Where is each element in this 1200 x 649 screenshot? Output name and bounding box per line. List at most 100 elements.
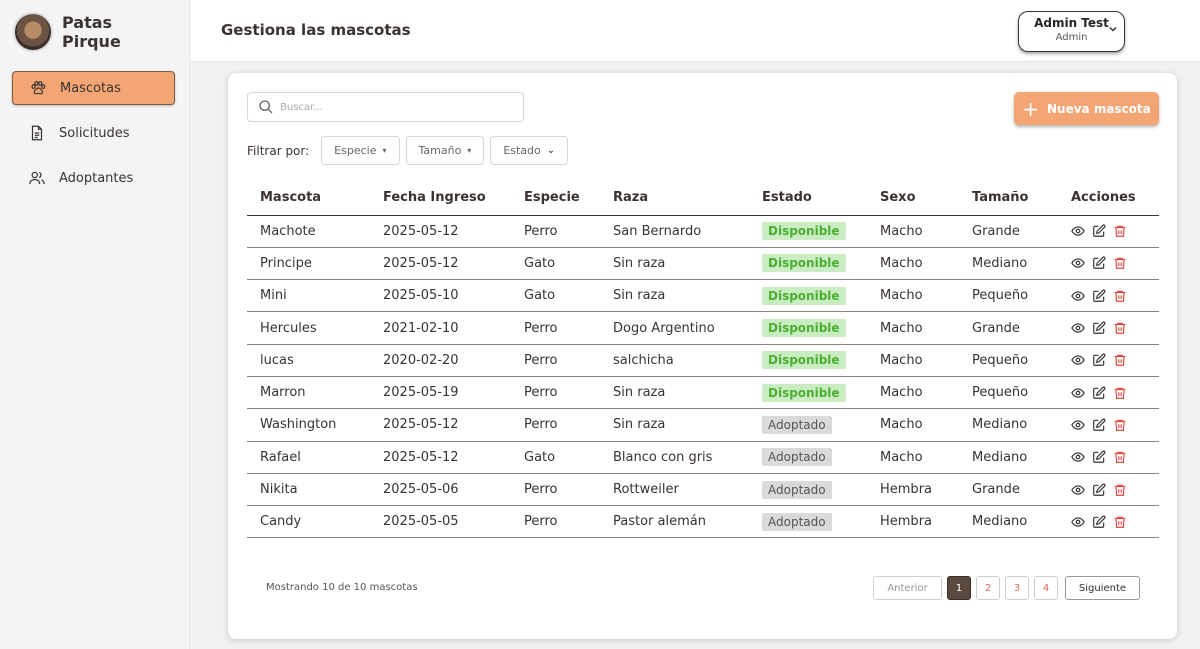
filter-estado-dropdown[interactable]: Estado ⌄ <box>490 136 569 165</box>
delete-icon[interactable] <box>1113 353 1127 367</box>
edit-icon[interactable] <box>1092 224 1106 238</box>
cell-mascota: Candy <box>247 505 370 539</box>
edit-icon[interactable] <box>1092 483 1106 497</box>
row-actions <box>1071 450 1159 464</box>
column-header-tamano[interactable]: Tamaño <box>959 180 1058 216</box>
edit-icon[interactable] <box>1092 418 1106 432</box>
brand[interactable]: Patas Pirque <box>13 12 132 52</box>
sidebar-item-solicitudes[interactable]: Solicitudes <box>12 116 175 150</box>
view-icon[interactable] <box>1071 386 1085 400</box>
delete-icon[interactable] <box>1113 224 1127 238</box>
sidebar-item-adoptantes[interactable]: Adoptantes <box>12 161 175 195</box>
view-icon[interactable] <box>1071 256 1085 270</box>
cell-mascota: lucas <box>247 344 370 377</box>
filter-estado-label: Estado <box>503 144 541 157</box>
column-header-especie[interactable]: Especie <box>511 180 600 216</box>
edit-icon[interactable] <box>1092 450 1106 464</box>
cell-mascota: Marron <box>247 376 370 410</box>
page-button-3[interactable]: 3 <box>1005 576 1029 600</box>
row-actions <box>1071 418 1159 432</box>
delete-icon[interactable] <box>1113 386 1127 400</box>
cell-mascota: Nikita <box>247 473 370 507</box>
page-button-1[interactable]: 1 <box>947 576 971 600</box>
edit-icon[interactable] <box>1092 386 1106 400</box>
user-menu-button[interactable]: Admin Test Admin <box>1018 11 1125 52</box>
column-header-raza[interactable]: Raza <box>600 180 749 216</box>
column-header-estado[interactable]: Estado <box>749 180 867 216</box>
delete-icon[interactable] <box>1113 515 1127 529</box>
edit-icon[interactable] <box>1092 321 1106 335</box>
cell-sexo: Hembra <box>867 505 959 539</box>
view-icon[interactable] <box>1071 321 1085 335</box>
edit-icon[interactable] <box>1092 289 1106 303</box>
view-icon[interactable] <box>1071 418 1085 432</box>
view-icon[interactable] <box>1071 353 1085 367</box>
filter-especie-label: Especie <box>334 144 377 157</box>
table-row: Rafael 2025-05-12 Gato Blanco con gris Adopt… <box>247 441 1159 474</box>
cell-raza: Sin raza <box>600 408 749 442</box>
delete-icon[interactable] <box>1113 321 1127 335</box>
column-header-fecha[interactable]: Fecha Ingreso <box>370 180 511 216</box>
cell-acciones <box>1058 376 1159 410</box>
delete-icon[interactable] <box>1113 450 1127 464</box>
table-row: Mini 2025-05-10 Gato Sin raza Disponible Mach… <box>247 279 1159 313</box>
search-input[interactable] <box>280 101 510 113</box>
cell-especie: Gato <box>511 441 600 474</box>
cell-sexo: Macho <box>867 408 959 442</box>
column-header-sexo[interactable]: Sexo <box>867 180 959 216</box>
cell-mascota: Machote <box>247 215 370 248</box>
table-row: lucas 2020-02-20 Perro salchicha Disponible M… <box>247 344 1159 377</box>
edit-icon[interactable] <box>1092 256 1106 270</box>
sidebar-item-mascotas[interactable]: Mascotas <box>12 71 175 105</box>
filter-label: Filtrar por: <box>247 143 310 158</box>
cell-tamano: Pequeño <box>959 344 1058 377</box>
cell-especie: Perro <box>511 311 600 345</box>
edit-icon[interactable] <box>1092 353 1106 367</box>
sidebar-item-label: Adoptantes <box>59 170 134 186</box>
view-icon[interactable] <box>1071 450 1085 464</box>
filter-tamano-dropdown[interactable]: Tamaño ▾ <box>405 136 485 165</box>
page-button-2[interactable]: 2 <box>976 576 1000 600</box>
delete-icon[interactable] <box>1113 483 1127 497</box>
view-icon[interactable] <box>1071 289 1085 303</box>
cell-mascota: Rafael <box>247 441 370 474</box>
table-row: Hercules 2021-02-10 Perro Dogo Argentino Dis… <box>247 311 1159 345</box>
table-row: Candy 2025-05-05 Perro Pastor alemán Adoptad… <box>247 505 1159 539</box>
cell-fecha: 2025-05-12 <box>370 247 511 281</box>
view-icon[interactable] <box>1071 224 1085 238</box>
view-icon[interactable] <box>1071 483 1085 497</box>
delete-icon[interactable] <box>1113 289 1127 303</box>
cell-tamano: Mediano <box>959 441 1058 474</box>
cell-especie: Perro <box>511 376 600 410</box>
new-pet-button[interactable]: + Nueva mascota <box>1014 92 1159 125</box>
delete-icon[interactable] <box>1113 256 1127 270</box>
sidebar: Patas Pirque Mascotas Solicitudes Adopta… <box>0 0 190 649</box>
delete-icon[interactable] <box>1113 418 1127 432</box>
cell-estado: Adoptado <box>749 441 867 474</box>
cell-especie: Gato <box>511 247 600 281</box>
cell-estado: Adoptado <box>749 408 867 442</box>
view-icon[interactable] <box>1071 515 1085 529</box>
previous-page-button[interactable]: Anterior <box>873 576 942 600</box>
sidebar-item-label: Solicitudes <box>59 125 130 141</box>
column-header-mascota[interactable]: Mascota <box>247 180 370 216</box>
cell-sexo: Hembra <box>867 473 959 507</box>
next-page-button[interactable]: Siguiente <box>1065 576 1140 600</box>
row-actions <box>1071 515 1159 529</box>
cell-estado: Disponible <box>749 311 867 345</box>
sidebar-nav: Mascotas Solicitudes Adoptantes <box>12 71 175 206</box>
chevron-down-icon: ▾ <box>382 146 387 155</box>
search-icon <box>259 100 273 114</box>
status-badge: Adoptado <box>762 415 832 434</box>
pets-card: + Nueva mascota Filtrar por: Especie ▾ T… <box>228 73 1177 639</box>
cell-tamano: Pequeño <box>959 376 1058 410</box>
cell-estado: Disponible <box>749 279 867 313</box>
search-box <box>247 92 524 122</box>
cell-sexo: Macho <box>867 344 959 377</box>
cell-estado: Disponible <box>749 247 867 281</box>
filter-especie-dropdown[interactable]: Especie ▾ <box>321 136 400 165</box>
page-button-4[interactable]: 4 <box>1034 576 1058 600</box>
edit-icon[interactable] <box>1092 515 1106 529</box>
cell-raza: Sin raza <box>600 279 749 313</box>
cell-raza: Rottweiler <box>600 473 749 507</box>
